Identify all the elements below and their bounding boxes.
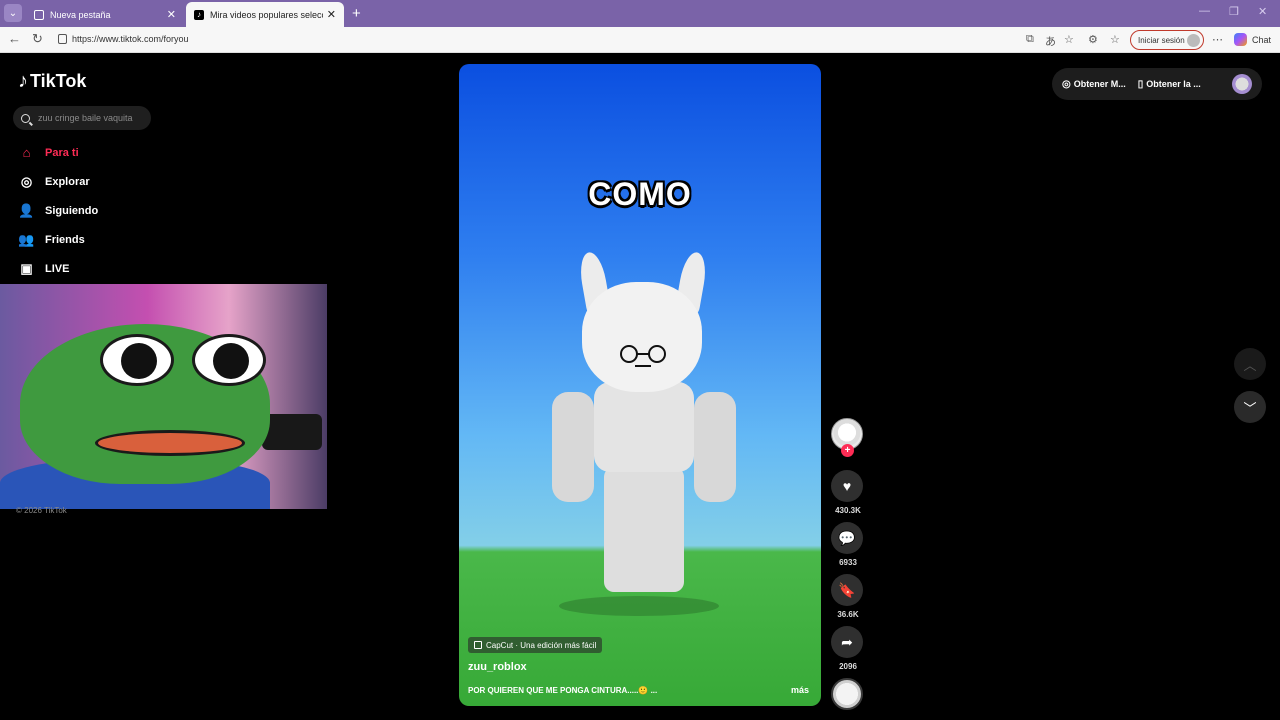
tab-tiktok[interactable]: ♪ Mira videos populares seleccionados ✕ [186, 2, 344, 27]
video-description: POR QUIEREN QUE ME PONGA CINTURA.....🙂 .… [468, 686, 658, 695]
get-app-label: Obtener la ... [1146, 79, 1201, 89]
sidebar-item-label: Para ti [45, 146, 79, 159]
comment-count: 6933 [839, 558, 857, 567]
close-tab-icon[interactable]: ✕ [327, 8, 336, 21]
refresh-icon[interactable]: ↻ [32, 31, 43, 47]
open-app-icon[interactable]: ⧉ [1026, 33, 1034, 46]
home-icon: ⌂ [22, 145, 31, 160]
tiktok-note-icon: ♪ [18, 70, 28, 92]
profile-avatar-icon [1187, 34, 1200, 47]
user-avatar[interactable] [1232, 74, 1252, 94]
friends-icon: 👥 [18, 231, 35, 247]
translate-icon[interactable]: あ [1045, 33, 1056, 49]
sidebar-item-label: Explorar [45, 175, 90, 188]
chevron-down-icon: ﹀ [1243, 400, 1257, 416]
more-description-button[interactable]: más [791, 685, 809, 695]
like-count: 430.3K [835, 506, 861, 515]
share-count: 2096 [839, 662, 857, 671]
more-options-icon[interactable]: ⋯ [1212, 33, 1223, 46]
sidebar-item-label: LIVE [45, 262, 70, 275]
copilot-chat-button[interactable]: Chat [1234, 33, 1271, 46]
comment-icon: 💬 [838, 529, 856, 546]
tiktok-logo[interactable]: ♪ TikTok [18, 70, 86, 93]
sidebar-item-explorar[interactable]: ◎ Explorar [18, 173, 90, 190]
sidebar-item-siguiendo[interactable]: 👤 Siguiendo [18, 202, 98, 219]
sidebar-item-label: Friends [45, 233, 85, 246]
roblox-character-image [552, 250, 736, 602]
logo-text: TikTok [30, 71, 87, 91]
video-author-link[interactable]: zuu_roblox [468, 661, 527, 673]
copyright-text: © 2026 TikTok [16, 506, 67, 515]
close-tab-icon[interactable]: ✕ [167, 8, 176, 21]
get-app-button[interactable]: ▯ Obtener la ... [1138, 79, 1201, 90]
search-placeholder: zuu cringe baile vaquita [38, 113, 133, 123]
get-coins-label: Obtener M... [1073, 79, 1126, 89]
save-button[interactable]: 🔖 [831, 574, 863, 606]
tiktok-favicon-icon: ♪ [194, 9, 204, 20]
pepe-mouth-image [95, 430, 245, 456]
new-tab-plus-icon[interactable]: + [352, 5, 361, 22]
effect-label: CapCut · Una edición más fácil [486, 640, 597, 650]
sidebar-item-para-ti[interactable]: ⌂ Para ti [18, 144, 79, 161]
like-button[interactable]: ♥ [831, 470, 863, 502]
next-video-button[interactable]: ﹀ [1234, 391, 1266, 423]
pepe-eye-image [192, 334, 266, 386]
video-player[interactable]: COMO CapCut · Una edición más fácil zuu_… [459, 64, 821, 706]
search-input[interactable]: zuu cringe baile vaquita [13, 106, 151, 130]
tab-actions-menu-button[interactable]: ⌄ [4, 4, 22, 22]
chat-label: Chat [1252, 34, 1272, 45]
share-button[interactable]: ➦ [831, 626, 863, 658]
effect-tag[interactable]: CapCut · Una edición más fácil [468, 637, 603, 653]
new-tab-icon [34, 9, 44, 20]
follow-plus-icon[interactable]: + [841, 444, 854, 457]
coin-icon: ◎ [1062, 78, 1071, 90]
comment-button[interactable]: 💬 [831, 522, 863, 554]
microphone-image [262, 414, 322, 450]
signin-button[interactable]: Iniciar sesión [1130, 30, 1204, 50]
close-window-icon[interactable]: ✕ [1258, 5, 1267, 18]
bookmark-icon: 🔖 [838, 581, 856, 598]
search-icon [21, 113, 30, 123]
tiktok-page: ♪ TikTok zuu cringe baile vaquita ⌂ Para… [0, 54, 1278, 718]
compass-icon: ◎ [20, 173, 33, 189]
share-arrow-icon: ➦ [841, 633, 853, 650]
sidebar-item-live[interactable]: ▣ LIVE [18, 260, 69, 277]
live-tv-icon: ▣ [20, 260, 33, 276]
browser-toolbar: ← ↻ https://www.tiktok.com/foryou ⧉ あ ☆ … [0, 27, 1280, 53]
user-follow-icon: 👤 [18, 202, 35, 218]
back-arrow-icon[interactable]: ← [8, 31, 21, 46]
tab-new-tab[interactable]: Nueva pestaña ✕ [26, 2, 184, 27]
previous-video-button[interactable]: ︿ [1234, 348, 1266, 380]
capcut-icon [474, 641, 482, 649]
webcam-overlay [0, 284, 327, 509]
header-actions: ◎ Obtener M... ▯ Obtener la ... [1052, 68, 1262, 100]
save-count: 36.6K [837, 610, 859, 619]
favorite-star-icon[interactable]: ☆ [1064, 33, 1074, 46]
copilot-icon [1234, 33, 1247, 46]
tab-label: Mira videos populares seleccionados [210, 9, 323, 20]
minimize-icon[interactable]: — [1199, 5, 1210, 17]
chevron-up-icon: ︿ [1243, 357, 1257, 373]
heart-icon: ♥ [842, 478, 852, 494]
address-bar[interactable]: https://www.tiktok.com/foryou [72, 34, 189, 44]
pepe-eye-image [100, 334, 174, 386]
phone-icon: ▯ [1137, 78, 1144, 90]
sidebar-item-friends[interactable]: 👥 Friends [18, 231, 85, 248]
site-info-icon[interactable] [58, 34, 67, 44]
browser-titlebar: ⌄ Nueva pestaña ✕ ♪ Mira videos populare… [0, 0, 1280, 27]
tab-label: Nueva pestaña [50, 9, 111, 20]
favorites-list-icon[interactable]: ☆ [1110, 33, 1120, 46]
sidebar-item-label: Siguiendo [45, 204, 99, 217]
signin-label: Iniciar sesión [1138, 35, 1185, 45]
music-disc-icon[interactable] [831, 678, 863, 710]
extensions-icon[interactable]: ⚙ [1088, 33, 1098, 46]
video-caption-text: COMO [588, 176, 692, 212]
restore-icon[interactable]: ❐ [1229, 5, 1239, 18]
get-coins-button[interactable]: ◎ Obtener M... [1062, 79, 1126, 90]
